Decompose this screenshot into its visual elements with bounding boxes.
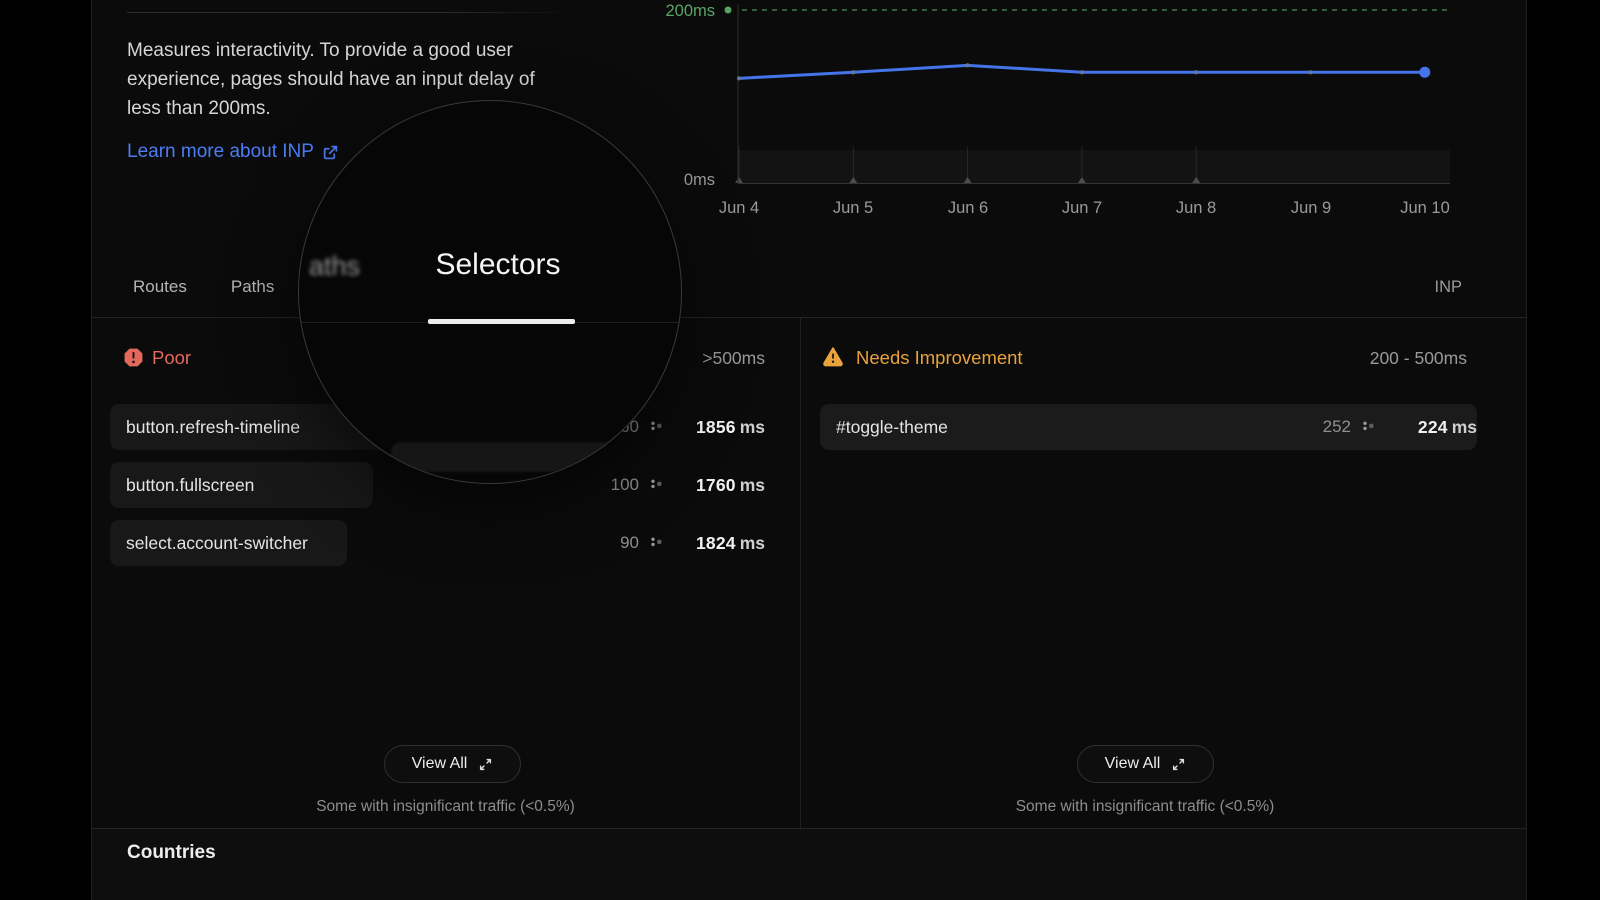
countries-heading: Countries	[127, 842, 216, 864]
panel-divider	[800, 318, 801, 828]
traffic-footnote: Some with insignificant traffic (<0.5%)	[800, 798, 1490, 816]
x-tick-label: Jun 8	[1156, 199, 1236, 218]
inp-dashboard: Measures interactivity. To provide a goo…	[0, 0, 1600, 900]
x-tick-label: Jun 5	[813, 199, 893, 218]
section-divider	[91, 828, 1527, 829]
inp-chart-svg	[630, 0, 1460, 195]
tab-routes[interactable]: Routes	[133, 277, 187, 297]
expand-diagonal-icon	[478, 757, 493, 772]
y-axis-threshold-label: 200ms	[625, 2, 715, 21]
active-tab-underline	[428, 319, 575, 324]
learn-more-label: Learn more about INP	[127, 141, 314, 163]
samples-dots-icon	[648, 418, 665, 439]
row-selector: select.account-switcher	[110, 533, 308, 554]
tab-paths[interactable]: Paths	[231, 277, 274, 297]
x-tick-label: Jun 9	[1271, 199, 1351, 218]
x-tick-label: Jun 6	[928, 199, 1008, 218]
row-selector: button.refresh-timeline	[110, 417, 300, 438]
samples-dots-icon	[1360, 418, 1377, 439]
row-sample-count: 252	[1307, 417, 1351, 437]
view-all-label: View All	[1105, 755, 1161, 773]
description-line: Measures interactivity. To provide a goo…	[127, 36, 597, 65]
countries-section-background	[92, 829, 1526, 900]
needs-improvement-threshold-range: 200 - 500ms	[1267, 348, 1467, 369]
magnified-row-bar	[391, 442, 651, 472]
table-row[interactable]: select.account-switcher 90 1824ms	[110, 520, 765, 566]
table-row[interactable]: #toggle-theme 252 224ms	[820, 404, 1477, 450]
magnified-tab-selectors[interactable]: Selectors	[408, 248, 588, 282]
traffic-footnote: Some with insignificant traffic (<0.5%)	[91, 798, 800, 816]
description-line: experience, pages should have an input d…	[127, 65, 597, 94]
external-link-icon	[322, 144, 339, 161]
poor-panel-title: Poor	[152, 347, 191, 369]
expand-diagonal-icon	[1171, 757, 1186, 772]
row-inp-value: 1824ms	[673, 533, 765, 554]
row-sample-count: 90	[595, 533, 639, 553]
triangle-exclamation-icon	[822, 346, 844, 372]
row-inp-value: 1856ms	[673, 417, 765, 438]
row-sample-count: 100	[595, 475, 639, 495]
view-all-button-poor[interactable]: View All	[384, 745, 521, 783]
needs-improvement-panel-title: Needs Improvement	[856, 347, 1023, 369]
card-top-divider	[127, 12, 576, 13]
x-tick-label: Jun 4	[699, 199, 779, 218]
samples-dots-icon	[648, 534, 665, 555]
view-all-label: View All	[412, 755, 468, 773]
octagon-exclamation-icon	[123, 347, 144, 373]
row-inp-value: 1760ms	[673, 475, 765, 496]
view-all-button-needs-improvement[interactable]: View All	[1077, 745, 1214, 783]
row-inp-value: 224ms	[1385, 417, 1477, 438]
dimension-tabs: Routes Paths	[133, 277, 274, 297]
metric-label-inp: INP	[1402, 278, 1462, 297]
row-selector: #toggle-theme	[820, 417, 948, 438]
magnified-partial-tab-text: aths	[309, 251, 360, 282]
x-tick-label: Jun 7	[1042, 199, 1122, 218]
row-selector: button.fullscreen	[110, 475, 254, 496]
learn-more-link[interactable]: Learn more about INP	[127, 141, 339, 163]
x-tick-label: Jun 10	[1385, 199, 1465, 218]
magnifier-lens: aths Selectors	[298, 100, 682, 484]
samples-dots-icon	[648, 476, 665, 497]
